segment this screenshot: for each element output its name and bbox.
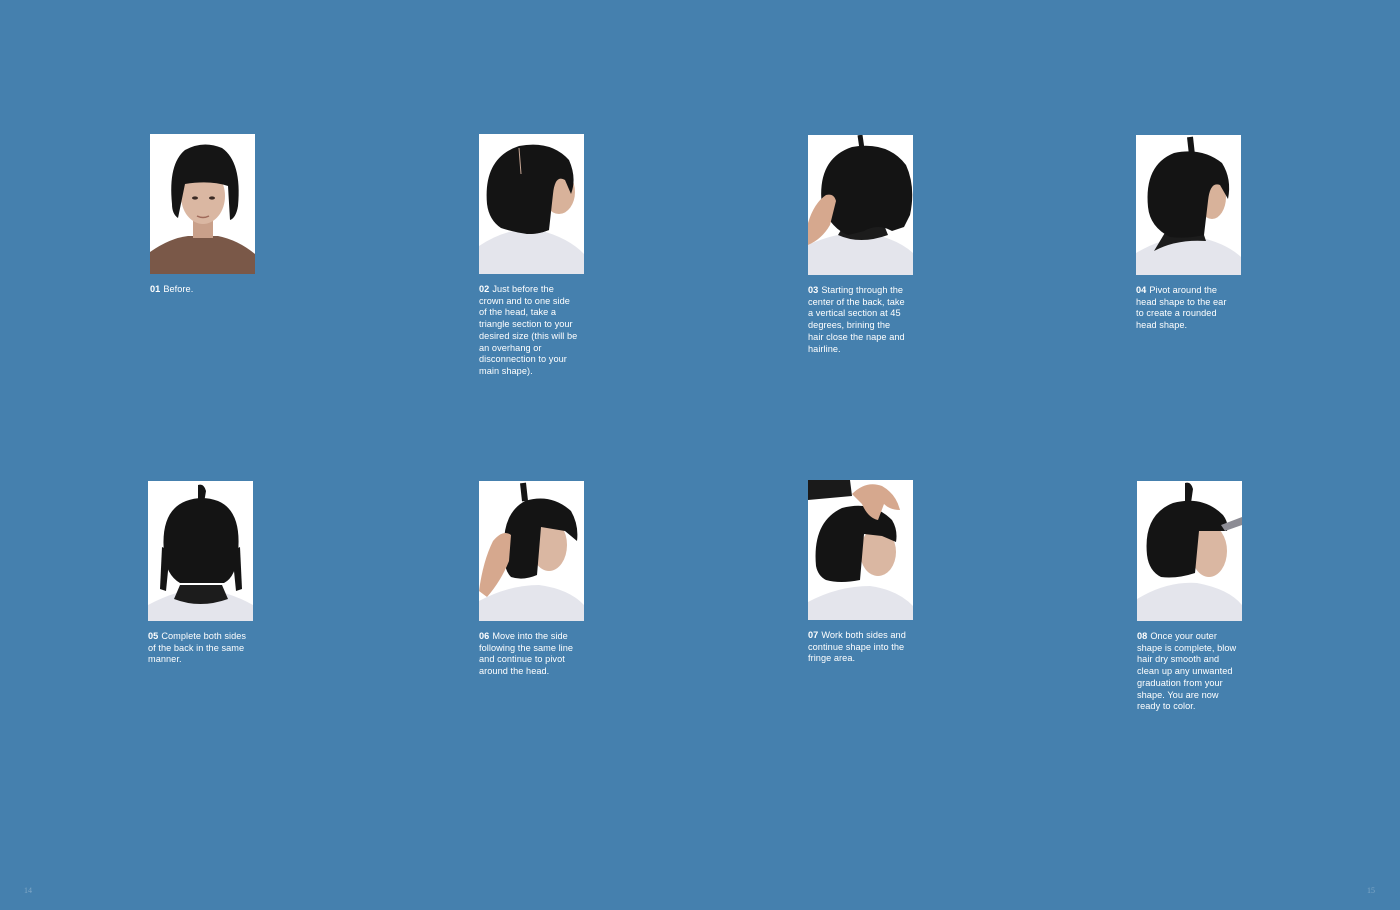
step-07-caption: 07 Work both sides and continue shape int…	[808, 630, 908, 665]
step-text: Complete both sides of the back in the s…	[148, 631, 247, 665]
step-02-caption: 02 Just before the crown and to one side …	[479, 284, 579, 378]
photo-front-view	[150, 134, 255, 274]
step-06-photo	[479, 481, 584, 621]
step-03-photo	[808, 135, 913, 275]
page-number-left: 14	[24, 886, 32, 895]
step-06-caption: 06 Move into the side following the same …	[479, 631, 579, 678]
step-number: 04	[1136, 285, 1147, 295]
step-text: Before.	[163, 284, 194, 294]
step-02-photo	[479, 134, 584, 274]
step-01-caption: 01 Before.	[150, 284, 250, 296]
photo-three-quarter-back-view	[479, 134, 584, 274]
step-text: Once your outer shape is complete, blow …	[1137, 631, 1237, 712]
step-number: 03	[808, 285, 819, 295]
step-text: Starting through the center of the back,…	[808, 285, 905, 354]
photo-side-view-with-hand	[479, 481, 584, 621]
step-05-caption: 05 Complete both sides of the back in the…	[148, 631, 248, 666]
step-number: 02	[479, 284, 490, 294]
page-number-right: 15	[1367, 886, 1375, 895]
photo-side-view	[1137, 481, 1242, 621]
step-08-photo	[1137, 481, 1242, 621]
step-01-photo	[150, 134, 255, 274]
photo-side-view-with-hand	[808, 480, 913, 620]
step-04-photo	[1136, 135, 1241, 275]
photo-back-view	[148, 481, 253, 621]
step-03: 03 Starting through the center of the bac…	[808, 135, 928, 355]
step-01: 01 Before.	[150, 134, 270, 296]
step-text: Work both sides and continue shape into …	[808, 630, 906, 664]
step-number: 08	[1137, 631, 1148, 641]
step-03-caption: 03 Starting through the center of the bac…	[808, 285, 908, 355]
step-text: Pivot around the head shape to the ear t…	[1136, 285, 1227, 331]
photo-back-view-with-hand	[808, 135, 913, 275]
step-04: 04 Pivot around the head shape to the ear…	[1136, 135, 1256, 332]
step-04-caption: 04 Pivot around the head shape to the ear…	[1136, 285, 1236, 332]
step-02: 02 Just before the crown and to one side …	[479, 134, 599, 378]
step-text: Just before the crown and to one side of…	[479, 284, 578, 376]
step-number: 06	[479, 631, 490, 641]
step-number: 01	[150, 284, 161, 294]
step-07: 07 Work both sides and continue shape int…	[808, 480, 928, 665]
step-06: 06 Move into the side following the same …	[479, 481, 599, 678]
step-05: 05 Complete both sides of the back in the…	[148, 481, 268, 666]
step-07-photo	[808, 480, 913, 620]
step-number: 07	[808, 630, 819, 640]
step-05-photo	[148, 481, 253, 621]
step-text: Move into the side following the same li…	[479, 631, 574, 677]
step-08: 08 Once your outer shape is complete, blo…	[1137, 481, 1257, 713]
step-number: 05	[148, 631, 159, 641]
photo-three-quarter-back-view	[1136, 135, 1241, 275]
step-08-caption: 08 Once your outer shape is complete, blo…	[1137, 631, 1237, 713]
